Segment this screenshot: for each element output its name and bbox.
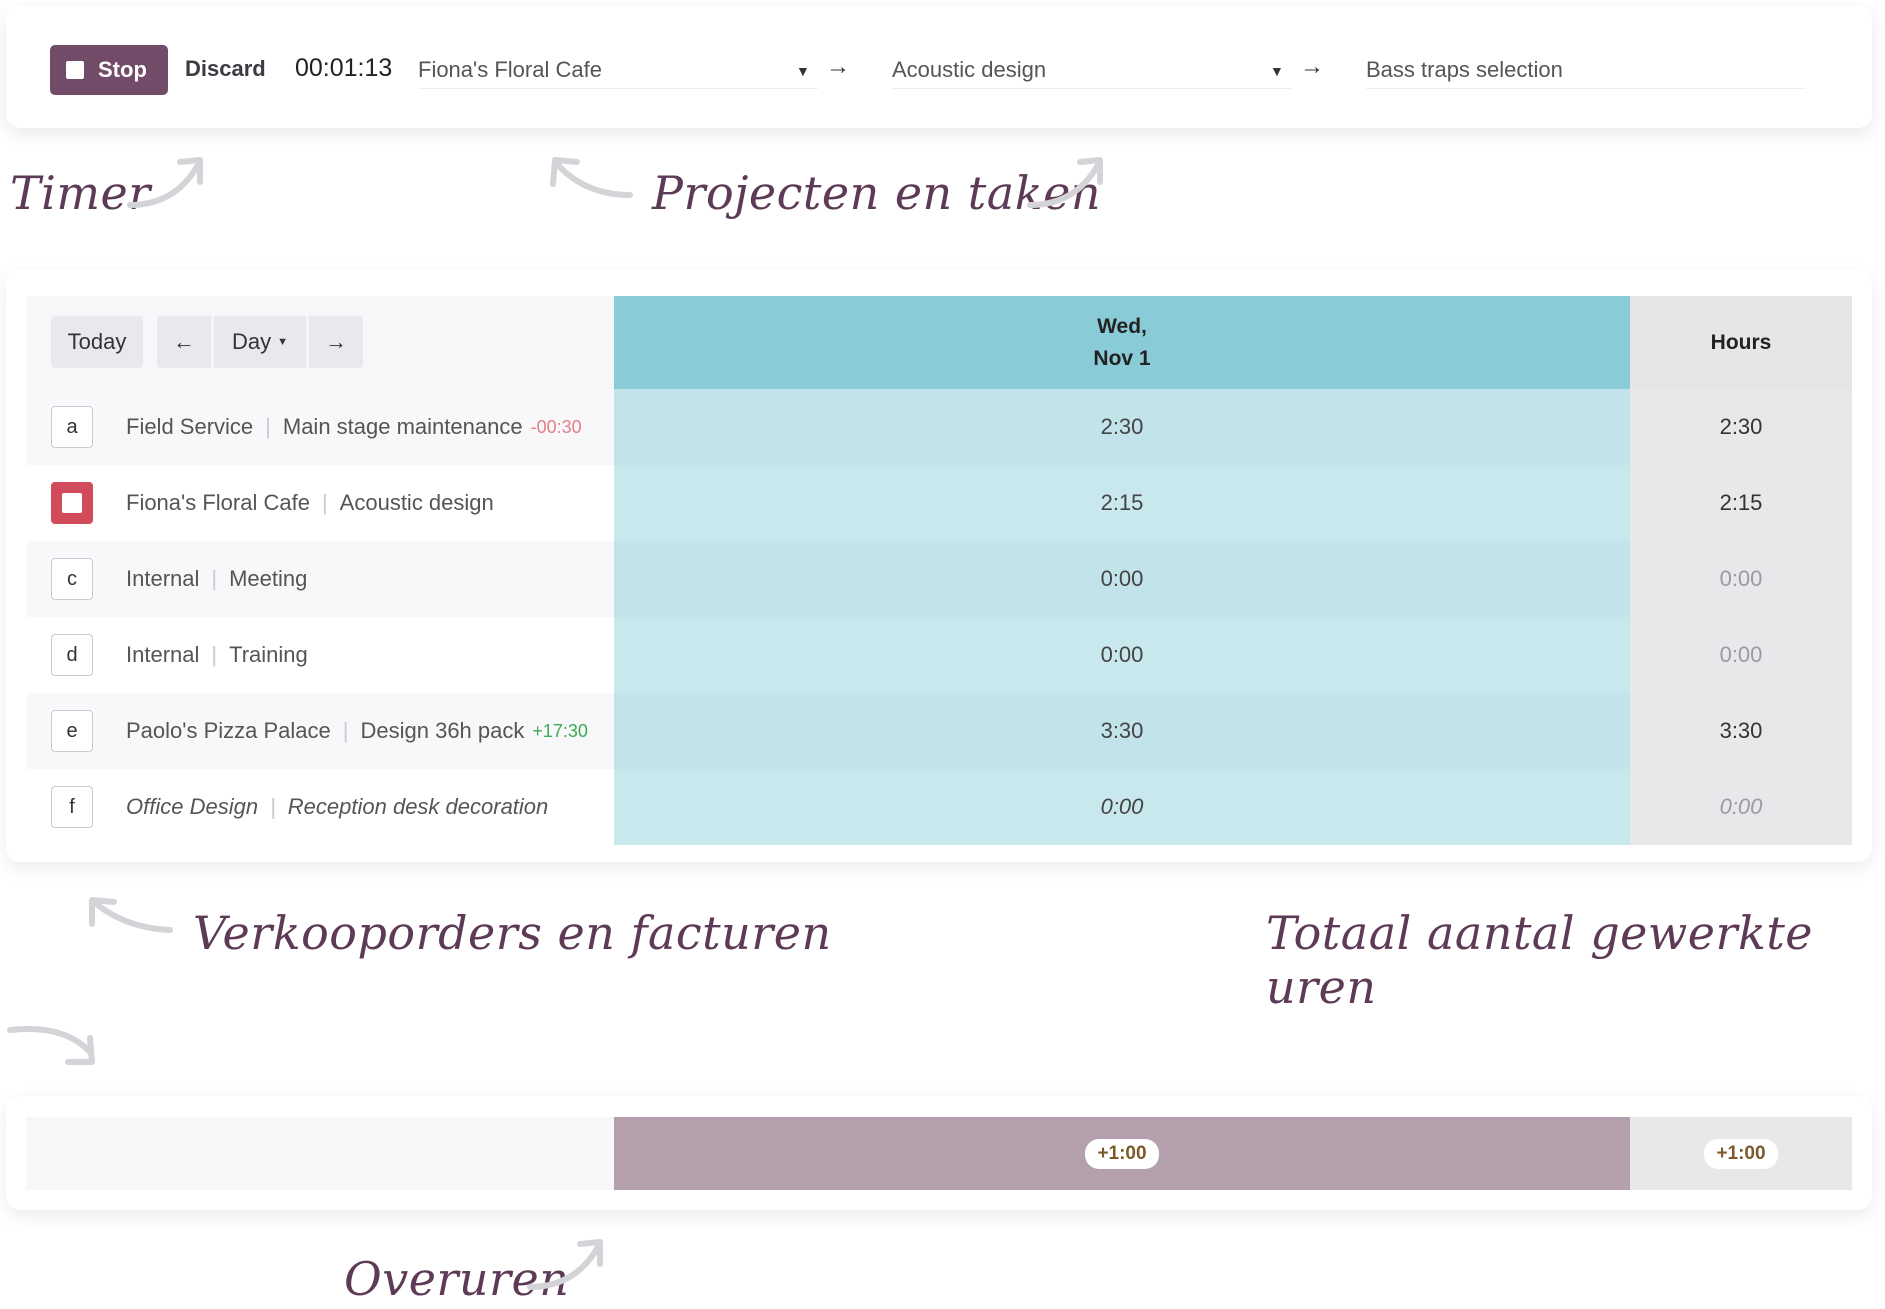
hours-column-header: Hours xyxy=(1630,296,1852,389)
arrow-right-icon: → xyxy=(325,329,347,354)
row-label[interactable]: Fiona's Floral Cafe | Acoustic design xyxy=(126,465,494,541)
row-total: 0:00 xyxy=(1630,541,1852,617)
row-label[interactable]: Field Service | Main stage maintenance -00:… xyxy=(126,389,582,465)
row-shortcut-key[interactable]: e xyxy=(51,710,93,752)
day-cell[interactable]: 0:00 xyxy=(614,541,1630,617)
task-field-underline xyxy=(892,88,1292,89)
discard-button[interactable]: Discard xyxy=(185,56,266,82)
annotation-arrow xyxy=(1027,157,1103,208)
row-task: Acoustic design xyxy=(339,490,494,515)
overtime-day-badge: +1:00 xyxy=(1085,1138,1159,1169)
row-label[interactable]: Office Design | Reception desk decoration xyxy=(126,769,548,845)
day-cell[interactable]: 0:00 xyxy=(614,617,1630,693)
next-button[interactable]: → xyxy=(309,316,363,368)
arrow-right-icon[interactable]: → xyxy=(826,53,850,81)
arrow-left-icon: ← xyxy=(173,329,195,354)
stop-button[interactable]: Stop xyxy=(50,45,168,95)
annotation-sales-invoices: Verkooporders en facturen xyxy=(193,906,832,960)
grid-row-label-cell xyxy=(26,617,614,693)
row-task: Design 36h pack xyxy=(360,718,525,743)
row-remaining-hours: +17:30 xyxy=(532,720,588,741)
description-field-underline xyxy=(1366,88,1806,89)
row-label[interactable]: Internal | Meeting xyxy=(126,541,307,617)
description-input[interactable]: Bass traps selection xyxy=(1366,57,1563,83)
today-button[interactable]: Today xyxy=(51,316,143,368)
row-project: Field Service xyxy=(126,414,254,439)
annotation-arrow xyxy=(127,157,203,208)
day-cell[interactable]: 2:30 xyxy=(614,389,1630,465)
row-task: Main stage maintenance xyxy=(282,414,523,439)
row-shortcut-key[interactable]: a xyxy=(51,406,93,448)
task-select[interactable]: Acoustic design xyxy=(892,57,1046,83)
project-field-underline xyxy=(418,88,818,89)
annotation-arrow xyxy=(89,897,173,933)
day-column-header: Wed, Nov 1 xyxy=(614,296,1630,389)
annotation-total-hours: Totaal aantal gewerkte uren xyxy=(1266,906,1814,1014)
day-cell[interactable]: 2:15 xyxy=(614,465,1630,541)
day-cell[interactable]: 3:30 xyxy=(614,693,1630,769)
row-project: Paolo's Pizza Palace xyxy=(126,718,331,743)
overtime-day-cell: +1:00 xyxy=(614,1117,1630,1190)
stop-button-label: Stop xyxy=(98,57,147,82)
row-task: Reception desk decoration xyxy=(287,794,549,819)
scale-dropdown-label: Day xyxy=(231,329,272,354)
row-shortcut-key[interactable]: d xyxy=(51,634,93,676)
row-total: 2:30 xyxy=(1630,389,1852,465)
annotation-arrow xyxy=(527,1239,603,1290)
stop-timer-icon[interactable] xyxy=(51,482,93,524)
row-total: 0:00 xyxy=(1630,617,1852,693)
row-label[interactable]: Internal | Training xyxy=(126,617,308,693)
previous-button[interactable]: ← xyxy=(157,316,211,368)
row-total: 2:15 xyxy=(1630,465,1852,541)
row-task: Training xyxy=(229,642,308,667)
day-header-weekday: Wed, xyxy=(1097,314,1147,338)
overtime-label-cell xyxy=(26,1117,614,1190)
row-shortcut-key[interactable]: f xyxy=(51,786,93,828)
row-task: Meeting xyxy=(229,566,308,591)
grid-row-label-cell xyxy=(26,541,614,617)
row-project: Internal xyxy=(126,566,200,591)
overtime-total-badge: +1:00 xyxy=(1704,1138,1778,1169)
overtime-total-cell: +1:00 xyxy=(1630,1117,1852,1190)
row-project: Fiona's Floral Cafe xyxy=(126,490,310,515)
day-cell[interactable]: 0:00 xyxy=(614,769,1630,845)
day-header-date: Nov 1 xyxy=(1093,346,1151,370)
row-project: Office Design xyxy=(126,794,259,819)
row-shortcut-key[interactable]: c xyxy=(51,558,93,600)
arrow-right-icon[interactable]: → xyxy=(1300,53,1324,81)
chevron-down-icon[interactable]: ▼ xyxy=(1270,63,1284,79)
row-remaining-hours: -00:30 xyxy=(530,416,582,437)
row-total: 0:00 xyxy=(1630,769,1852,845)
chevron-down-icon[interactable]: ▼ xyxy=(796,63,810,79)
caret-down-icon: ▼ xyxy=(277,336,288,348)
row-total: 3:30 xyxy=(1630,693,1852,769)
stop-icon xyxy=(66,61,84,79)
timer-elapsed: 00:01:13 xyxy=(295,54,393,82)
annotation-arrow xyxy=(550,157,633,198)
annotation-arrow xyxy=(7,1025,95,1065)
row-project: Internal xyxy=(126,642,200,667)
row-label[interactable]: Paolo's Pizza Palace | Design 36h pack +17:… xyxy=(126,693,588,769)
project-select[interactable]: Fiona's Floral Cafe xyxy=(418,57,602,83)
scale-dropdown[interactable]: Day ▼ xyxy=(214,316,306,368)
